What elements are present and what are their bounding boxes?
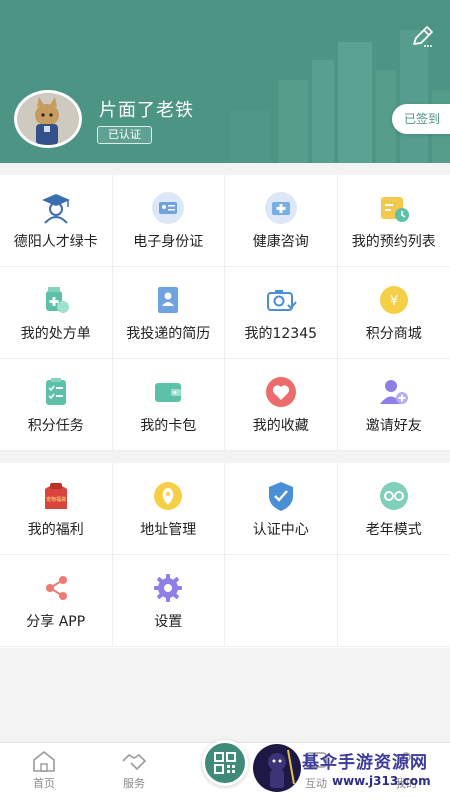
- menu-item-auth-center[interactable]: 认证中心: [225, 463, 338, 555]
- menu-item-elder-mode[interactable]: 老年模式: [337, 463, 450, 555]
- home-icon: [33, 750, 55, 772]
- menu-item-points-tasks[interactable]: 积分任务: [0, 359, 113, 451]
- menu-item-label: 积分商城: [365, 326, 422, 342]
- menu-item-label: 电子身份证: [133, 234, 204, 250]
- watermark-title: 基伞手游资源网: [302, 753, 428, 773]
- watermark-url: www.j313.com: [332, 774, 431, 788]
- add-friend-icon: [379, 380, 408, 404]
- location-icon: [154, 482, 183, 510]
- menu-item-label: 我的处方单: [20, 326, 91, 342]
- wallet-icon: [155, 383, 182, 402]
- menu-item-favorites[interactable]: 我的收藏: [225, 359, 338, 451]
- cat-avatar-image: [17, 93, 79, 145]
- menu-item-label: 我的12345: [244, 326, 318, 342]
- heart-icon: [265, 377, 296, 407]
- empty-cell: [225, 555, 338, 647]
- menu-item-label: 我的收藏: [252, 418, 309, 434]
- menu-item-label: 我的预约列表: [351, 234, 436, 250]
- services-grid-primary: 德阳人才绿卡 电子身份证 健康咨询 我的预约列表 我的处方单 我投递的简历 我的…: [0, 175, 450, 451]
- menu-item-label: 积分任务: [27, 418, 84, 434]
- menu-item-resume[interactable]: 我投递的简历: [112, 267, 225, 359]
- elder-glasses-icon: [379, 482, 408, 510]
- menu-item-label: 我的卡包: [140, 418, 197, 434]
- profile-header: 片面了老铁 已认证 已签到: [0, 0, 450, 163]
- shield-check-icon: [268, 482, 293, 511]
- menu-item-points-mall[interactable]: ¥ 积分商城: [337, 267, 450, 359]
- menu-item-electronic-id[interactable]: 电子身份证: [112, 175, 225, 267]
- username: 片面了老铁: [99, 100, 194, 121]
- qr-scan-button[interactable]: [202, 740, 248, 786]
- menu-item-label: 地址管理: [140, 522, 197, 538]
- tab-label: 服务: [123, 777, 145, 790]
- avatar[interactable]: [14, 90, 82, 148]
- menu-item-appointments[interactable]: 我的预约列表: [337, 175, 450, 267]
- task-list-icon: [45, 378, 66, 405]
- tab-services[interactable]: 服务: [104, 749, 164, 791]
- menu-item-welfare[interactable]: 宠物福袋 我的福利: [0, 463, 113, 555]
- resume-icon: [158, 287, 179, 313]
- tab-home[interactable]: 首页: [14, 749, 74, 791]
- signin-button[interactable]: 已签到: [392, 104, 450, 134]
- menu-item-address-manage[interactable]: 地址管理: [112, 463, 225, 555]
- gear-icon: [154, 574, 183, 602]
- menu-item-12345-hotline[interactable]: 我的12345: [225, 267, 338, 359]
- menu-item-card-wallet[interactable]: 我的卡包: [112, 359, 225, 451]
- menu-item-health-consult[interactable]: 健康咨询: [225, 175, 338, 267]
- share-icon: [45, 576, 67, 600]
- menu-item-talent-green-card[interactable]: 德阳人才绿卡: [0, 175, 113, 267]
- watermark: 基伞手游资源网 www.j313.com: [252, 740, 450, 800]
- red-envelope-text: 宠物福袋: [46, 496, 66, 503]
- menu-item-invite-friends[interactable]: 邀请好友: [337, 359, 450, 451]
- services-grid-secondary: 宠物福袋 我的福利 地址管理 认证中心 老年模式 分享 APP 设置: [0, 463, 450, 648]
- menu-item-label: 分享 APP: [26, 614, 86, 630]
- verified-badge: 已认证: [97, 126, 152, 144]
- edit-profile-button[interactable]: [409, 24, 435, 50]
- qr-code-icon: [214, 752, 236, 774]
- edit-pencil-icon: [413, 26, 433, 47]
- tab-label: 首页: [33, 777, 55, 790]
- calendar-clock-icon: [380, 197, 409, 222]
- svg-text:¥: ¥: [390, 294, 398, 309]
- yen-coin-icon: ¥: [379, 286, 408, 314]
- camera-hotline-icon: [266, 290, 297, 311]
- menu-item-settings[interactable]: 设置: [112, 555, 225, 647]
- menu-item-label: 设置: [154, 614, 183, 630]
- graduate-icon: [41, 194, 70, 224]
- menu-item-label: 德阳人才绿卡: [13, 234, 98, 250]
- menu-item-label: 邀请好友: [365, 418, 422, 434]
- menu-item-share-app[interactable]: 分享 APP: [0, 555, 113, 647]
- medicine-icon: [45, 287, 69, 313]
- id-card-icon: [152, 192, 185, 224]
- empty-cell: [337, 555, 450, 647]
- menu-item-label: 我的福利: [27, 522, 84, 538]
- medical-kit-icon: [264, 192, 297, 224]
- menu-item-label: 健康咨询: [252, 234, 309, 250]
- menu-item-label: 老年模式: [365, 522, 422, 538]
- menu-item-prescriptions[interactable]: 我的处方单: [0, 267, 113, 359]
- handshake-icon: [122, 753, 147, 771]
- menu-item-label: 我投递的简历: [126, 326, 211, 342]
- ninja-logo-icon: [253, 744, 301, 792]
- red-envelope-icon: 宠物福袋: [44, 483, 67, 509]
- menu-item-label: 认证中心: [252, 522, 309, 538]
